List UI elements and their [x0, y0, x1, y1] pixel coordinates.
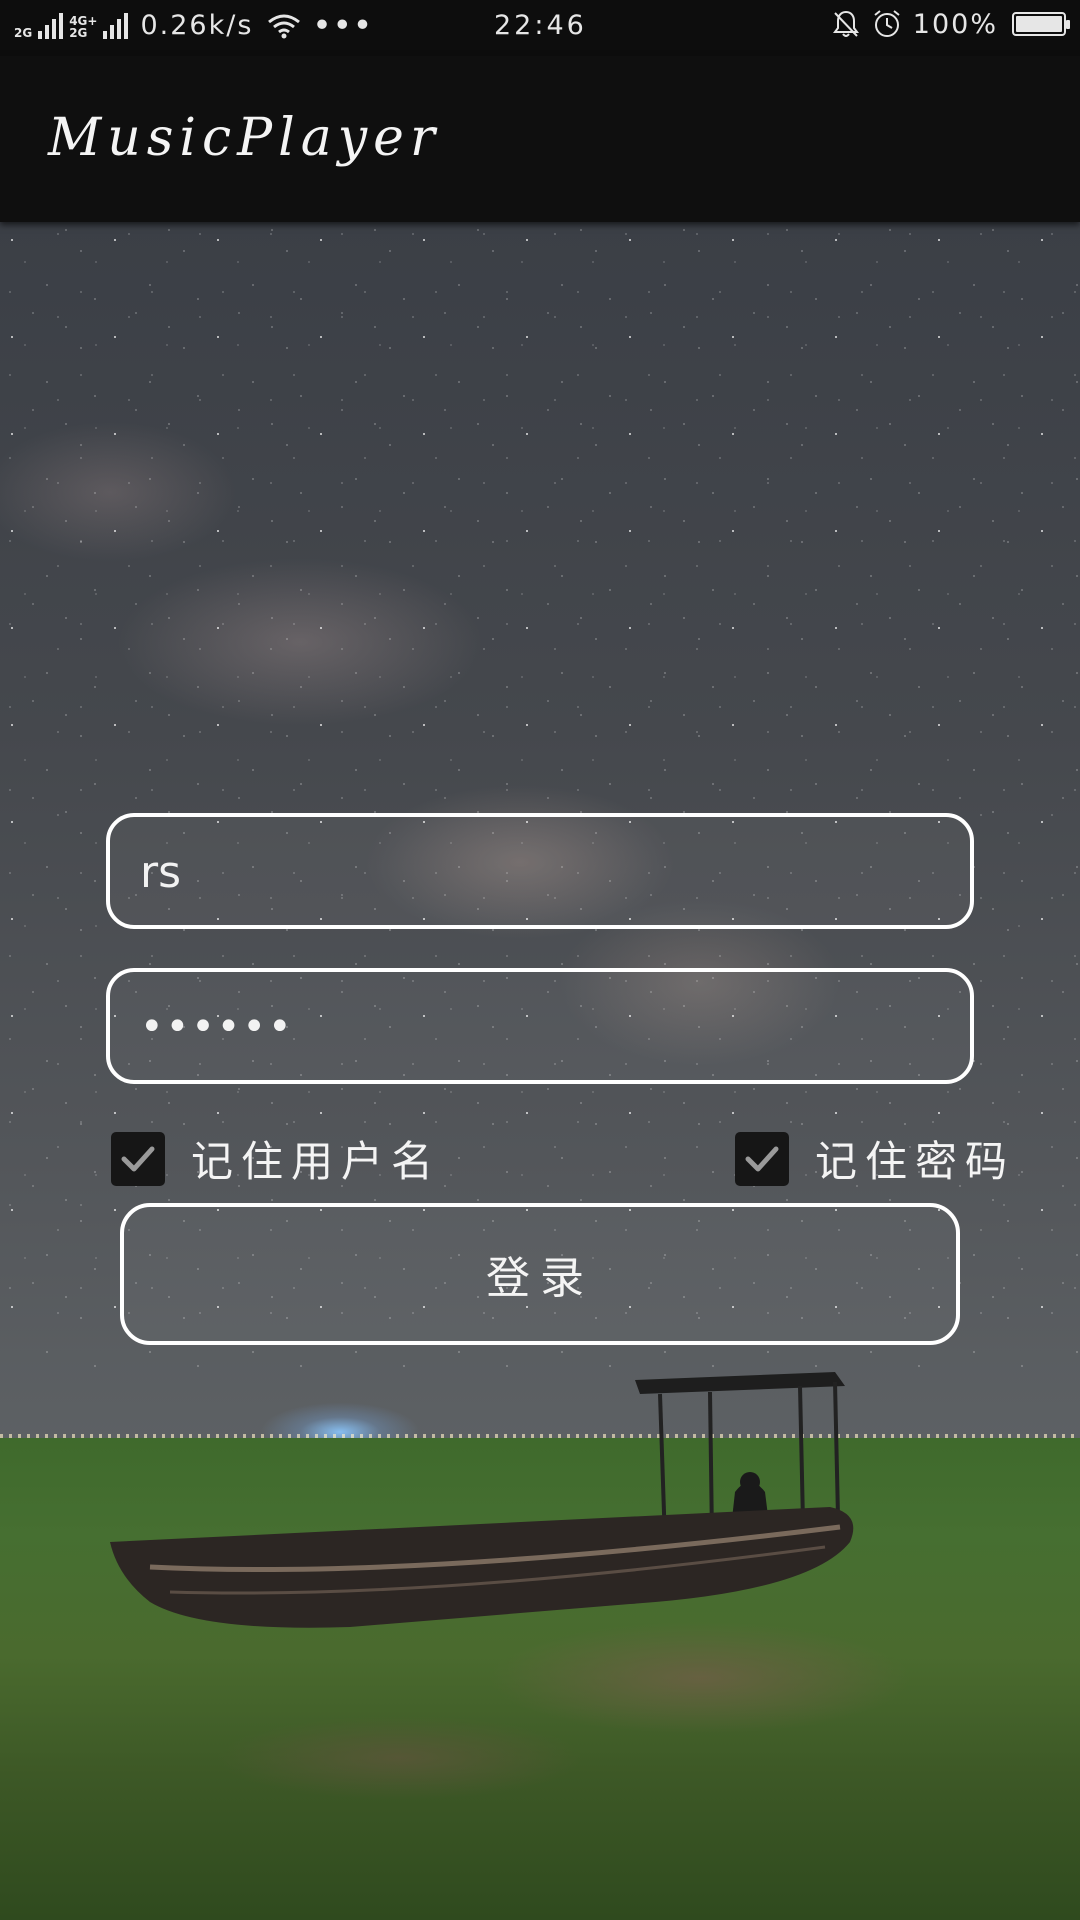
more-notifications-icon: •••	[313, 10, 375, 41]
bell-off-icon	[832, 10, 859, 37]
remember-password-checkbox[interactable]: 记住密码	[735, 1128, 1015, 1189]
wifi-icon	[268, 14, 301, 38]
checkbox-box[interactable]	[111, 1131, 165, 1186]
network-type-label: 2G	[14, 25, 33, 40]
network-speed: 0.26k/s	[140, 10, 254, 41]
app-bar: MusicPlayer	[0, 56, 1080, 222]
network-type-2g: 2G	[69, 25, 88, 40]
remember-username-checkbox[interactable]: 记住用户名	[111, 1128, 441, 1189]
status-left: 2G 4G+ 2G 0.26k/s •••	[14, 10, 374, 41]
username-field[interactable]	[106, 813, 974, 929]
check-icon	[745, 1146, 779, 1171]
alarm-icon	[874, 10, 900, 37]
login-screen: 2G 4G+ 2G 0.26k/s ••• 22:46 100% MusicPl…	[0, 0, 1080, 1920]
signal-bars-icon	[35, 12, 64, 39]
app-title: MusicPlayer	[48, 108, 441, 168]
battery-fill	[1016, 16, 1062, 32]
check-icon	[121, 1146, 155, 1171]
boat-illustration	[110, 1372, 854, 1628]
password-input[interactable]	[138, 972, 942, 1082]
login-button[interactable]: 登录	[120, 1203, 960, 1345]
signal-sim1: 2G	[14, 12, 64, 40]
username-input[interactable]	[138, 817, 942, 927]
password-field[interactable]	[106, 968, 974, 1084]
battery-icon	[1012, 12, 1070, 36]
battery-percent: 100%	[912, 8, 998, 40]
signal-bars-icon	[100, 12, 129, 39]
remember-password-label[interactable]: 记住密码	[815, 1128, 1015, 1189]
clock: 22:46	[494, 10, 587, 41]
checkbox-box[interactable]	[735, 1131, 789, 1186]
remember-username-label[interactable]: 记住用户名	[191, 1128, 441, 1189]
status-right: 100%	[831, 8, 1070, 40]
network-type-label-2: 4G+ 2G	[69, 15, 97, 39]
network-type-4g: 4G+	[69, 13, 98, 28]
status-bar: 2G 4G+ 2G 0.26k/s ••• 22:46 100%	[0, 0, 1080, 56]
signal-sim2: 4G+ 2G	[69, 12, 129, 39]
